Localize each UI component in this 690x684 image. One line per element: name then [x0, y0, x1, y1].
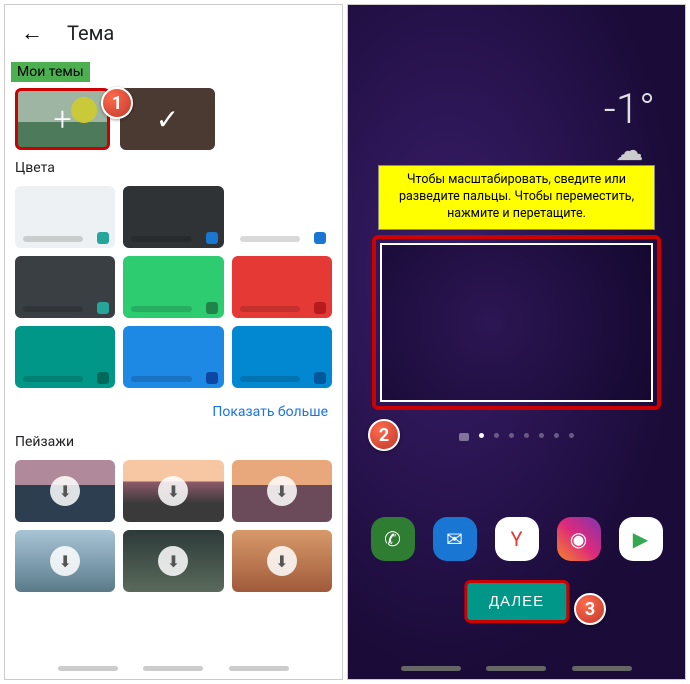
hint-text: Чтобы масштабировать, сведите или развед…: [378, 165, 655, 230]
color-tile[interactable]: [232, 186, 332, 248]
download-icon: ⬇: [267, 476, 297, 506]
nav-back[interactable]: [572, 666, 632, 671]
yandex-icon[interactable]: Y: [495, 517, 539, 561]
crop-frame[interactable]: [372, 235, 661, 410]
landscape-tile[interactable]: ⬇: [232, 460, 332, 522]
phone-icon[interactable]: ✆: [371, 517, 415, 561]
my-themes-label: Мои темы: [11, 62, 90, 82]
nav-recent[interactable]: [401, 666, 461, 671]
next-button[interactable]: ДАЛЕЕ: [464, 580, 569, 623]
messages-icon[interactable]: ✉: [433, 517, 477, 561]
step-badge-1: 1: [101, 87, 133, 119]
instagram-icon[interactable]: ◉: [557, 517, 601, 561]
back-icon[interactable]: ←: [21, 20, 43, 46]
weather-widget: -1° ☁: [604, 85, 655, 167]
home-indicator-icon: [459, 433, 469, 441]
landscape-tile[interactable]: ⬇: [15, 460, 115, 522]
dock: ✆ ✉ Y ◉ ▶: [348, 517, 685, 561]
plus-icon: +: [53, 100, 71, 138]
cloud-icon: ☁: [604, 134, 655, 167]
download-icon: ⬇: [158, 476, 188, 506]
color-tile[interactable]: [232, 256, 332, 318]
theme-settings-screen: ← Тема Мои темы + ✓ Цвета Показать больш…: [4, 4, 343, 680]
android-nav-bar: [5, 662, 342, 675]
landscape-tile[interactable]: ⬇: [15, 530, 115, 592]
nav-home[interactable]: [143, 666, 203, 671]
step-badge-3: 3: [574, 593, 606, 625]
nav-home[interactable]: [486, 666, 546, 671]
nav-recent[interactable]: [58, 666, 118, 671]
page-title: Тема: [67, 21, 114, 45]
download-icon: ⬇: [50, 476, 80, 506]
landscape-tile[interactable]: ⬇: [123, 530, 223, 592]
download-icon: ⬇: [158, 546, 188, 576]
landscape-tile[interactable]: ⬇: [123, 460, 223, 522]
color-tile[interactable]: [15, 326, 115, 388]
color-tile[interactable]: [15, 256, 115, 318]
step-badge-2: 2: [368, 419, 400, 451]
crop-area[interactable]: [380, 243, 653, 402]
android-nav-bar: [348, 662, 685, 675]
landscape-tile[interactable]: ⬇: [232, 530, 332, 592]
color-tile[interactable]: [123, 186, 223, 248]
colors-label: Цвета: [5, 156, 342, 180]
show-more-link[interactable]: Показать больше: [5, 394, 342, 430]
download-icon: ⬇: [267, 546, 297, 576]
landscapes-label: Пейзажи: [5, 430, 342, 454]
add-theme-button[interactable]: +: [15, 88, 110, 150]
wallpaper-crop-screen: -1° ☁ Чтобы масштабировать, сведите или …: [347, 4, 686, 680]
download-icon: ⬇: [50, 546, 80, 576]
color-tile[interactable]: [232, 326, 332, 388]
current-theme-tile[interactable]: ✓: [120, 88, 215, 150]
color-tile[interactable]: [123, 326, 223, 388]
nav-back[interactable]: [229, 666, 289, 671]
color-tile[interactable]: [123, 256, 223, 318]
play-store-icon[interactable]: ▶: [619, 517, 663, 561]
color-tile[interactable]: [15, 186, 115, 248]
checkmark-icon: ✓: [156, 103, 179, 136]
temperature-value: -1°: [604, 85, 655, 134]
